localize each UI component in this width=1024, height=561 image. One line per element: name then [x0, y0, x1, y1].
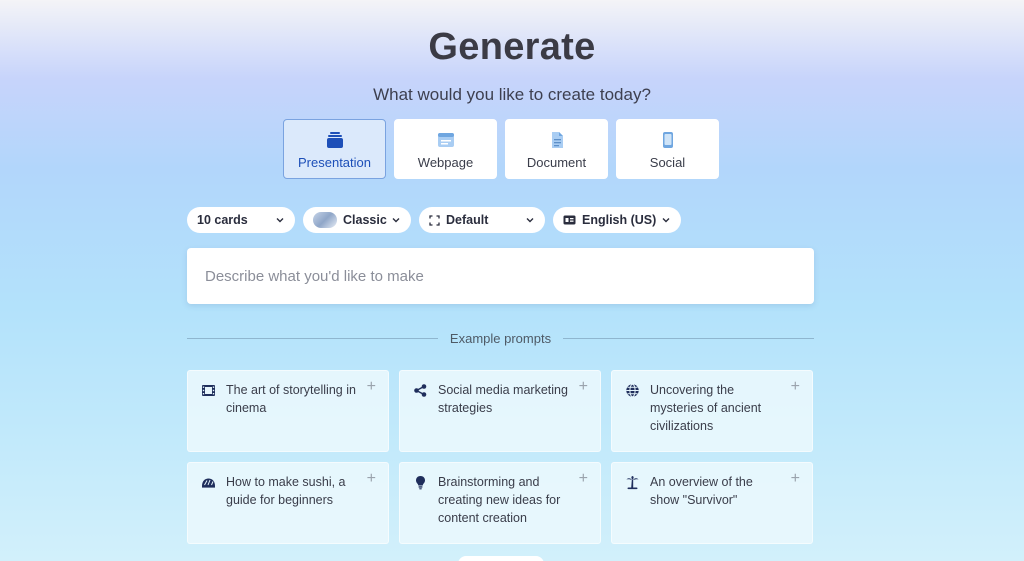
theme-thumbnail-icon: [313, 212, 337, 228]
sushi-icon: [202, 478, 215, 488]
bottom-floating-button[interactable]: [458, 556, 544, 561]
chevron-down-icon: [526, 218, 534, 223]
example-prompt-text: Brainstorming and creating new ideas for…: [438, 475, 561, 525]
format-dropdown[interactable]: Default: [419, 207, 545, 233]
example-prompts-divider: Example prompts: [187, 329, 814, 347]
frame-icon: [429, 214, 440, 226]
example-prompt-text: An overview of the show "Survivor": [650, 475, 753, 507]
film-icon: [202, 385, 215, 396]
type-label: Webpage: [417, 155, 474, 170]
example-prompt-text: The art of storytelling in cinema: [226, 383, 356, 415]
share-icon: [414, 384, 427, 397]
divider-line: [563, 337, 814, 339]
format-value: Default: [446, 213, 489, 227]
example-prompt-card[interactable]: Brainstorming and creating new ideas for…: [399, 462, 601, 544]
page-title: Generate: [428, 26, 596, 68]
example-prompt-card[interactable]: Uncovering the mysteries of ancient civi…: [611, 370, 813, 452]
language-dropdown[interactable]: English (US): [553, 207, 681, 233]
prompt-input-container: [187, 248, 814, 304]
prompt-input[interactable]: [203, 266, 798, 286]
add-icon[interactable]: +: [367, 471, 376, 487]
chevron-down-icon: [276, 218, 284, 223]
example-prompt-card[interactable]: An overview of the show "Survivor" +: [611, 462, 813, 544]
type-label: Presentation: [298, 155, 371, 170]
social-icon: [662, 132, 673, 148]
chevron-down-icon: [392, 218, 400, 223]
add-icon[interactable]: +: [367, 379, 376, 395]
type-label: Document: [526, 155, 587, 170]
example-prompt-text: How to make sushi, a guide for beginners: [226, 475, 346, 507]
type-presentation-button[interactable]: Presentation: [283, 119, 386, 179]
lightbulb-icon: [416, 476, 425, 490]
example-prompts-grid: The art of storytelling in cinema + Soci…: [187, 370, 814, 544]
theme-dropdown[interactable]: Classic: [303, 207, 411, 233]
type-social-button[interactable]: Social: [616, 119, 719, 179]
add-icon[interactable]: +: [791, 471, 800, 487]
example-prompt-card[interactable]: Social media marketing strategies +: [399, 370, 601, 452]
card-count-value: 10 cards: [197, 213, 248, 227]
type-label: Social: [649, 155, 686, 170]
language-icon: [563, 215, 576, 225]
document-icon: [551, 132, 563, 148]
generation-options: 10 cards Classic Default English (US): [187, 207, 681, 233]
theme-value: Classic: [343, 213, 387, 227]
content-type-selector: Presentation Webpage Document Social: [283, 119, 719, 179]
type-document-button[interactable]: Document: [505, 119, 608, 179]
island-icon: [626, 476, 639, 490]
language-value: English (US): [582, 213, 657, 227]
example-prompt-card[interactable]: How to make sushi, a guide for beginners…: [187, 462, 389, 544]
globe-icon: [626, 383, 639, 398]
page-subtitle: What would you like to create today?: [373, 85, 651, 104]
example-prompt-text: Social media marketing strategies: [438, 383, 568, 415]
card-count-dropdown[interactable]: 10 cards: [187, 207, 295, 233]
add-icon[interactable]: +: [791, 379, 800, 395]
chevron-down-icon: [662, 218, 670, 223]
add-icon[interactable]: +: [579, 471, 588, 487]
add-icon[interactable]: +: [579, 379, 588, 395]
presentation-icon: [326, 132, 343, 148]
divider-line: [187, 337, 438, 339]
example-prompt-text: Uncovering the mysteries of ancient civi…: [650, 383, 762, 433]
webpage-icon: [437, 133, 454, 147]
example-prompts-heading: Example prompts: [449, 330, 552, 346]
type-webpage-button[interactable]: Webpage: [394, 119, 497, 179]
example-prompt-card[interactable]: The art of storytelling in cinema +: [187, 370, 389, 452]
